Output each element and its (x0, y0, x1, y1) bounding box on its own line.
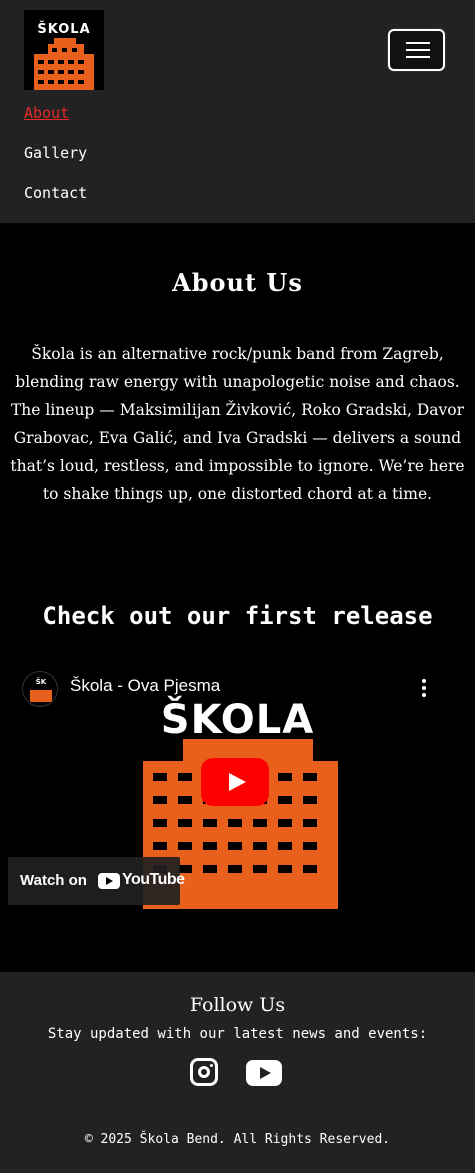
burger-line (406, 56, 430, 58)
channel-avatar[interactable]: ŠK (22, 671, 58, 707)
site-footer: Follow Us Stay updated with our latest n… (0, 972, 475, 1173)
burger-line (406, 49, 430, 51)
youtube-wordmark: YouTube (122, 871, 185, 888)
play-button[interactable] (201, 758, 269, 806)
watch-on-youtube-button[interactable]: Watch on YouTube (8, 857, 185, 905)
menu-toggle-button[interactable] (388, 29, 445, 71)
svg-text:ŠK: ŠK (36, 677, 47, 686)
band-logo[interactable]: ŠKOLA (24, 10, 104, 90)
footer-subtitle: Stay updated with our latest news and ev… (47, 1026, 428, 1042)
release-heading: Check out our first release (42, 602, 433, 630)
copyright-text: © 2025 Škola Bend. All Rights Reserved. (84, 1132, 391, 1147)
video-title[interactable]: Škola - Ova Pjesma (70, 676, 220, 696)
more-options-icon[interactable] (414, 677, 434, 699)
footer-heading: Follow Us (189, 994, 286, 1016)
burger-line (406, 42, 430, 44)
nav-link-about[interactable]: About (24, 104, 69, 122)
watch-on-label: Watch on (20, 872, 87, 889)
youtube-icon[interactable] (246, 1060, 282, 1086)
nav-link-gallery[interactable]: Gallery (24, 144, 87, 162)
video-thumbnail-text: ŠKOLA (160, 697, 315, 743)
about-paragraph: Škola is an alternative rock/punk band f… (10, 345, 465, 503)
site-header: ŠKOLA About Gallery Contact (0, 0, 475, 223)
youtube-logo-icon (98, 873, 120, 889)
instagram-icon[interactable] (190, 1058, 218, 1086)
nav-link-contact[interactable]: Contact (24, 184, 87, 202)
logo-building-graphic (34, 38, 94, 90)
video-embed[interactable]: ŠKOLA ŠK Škola - Ova Pjesma Watch on You… (8, 661, 467, 913)
about-heading: About Us (172, 268, 303, 297)
